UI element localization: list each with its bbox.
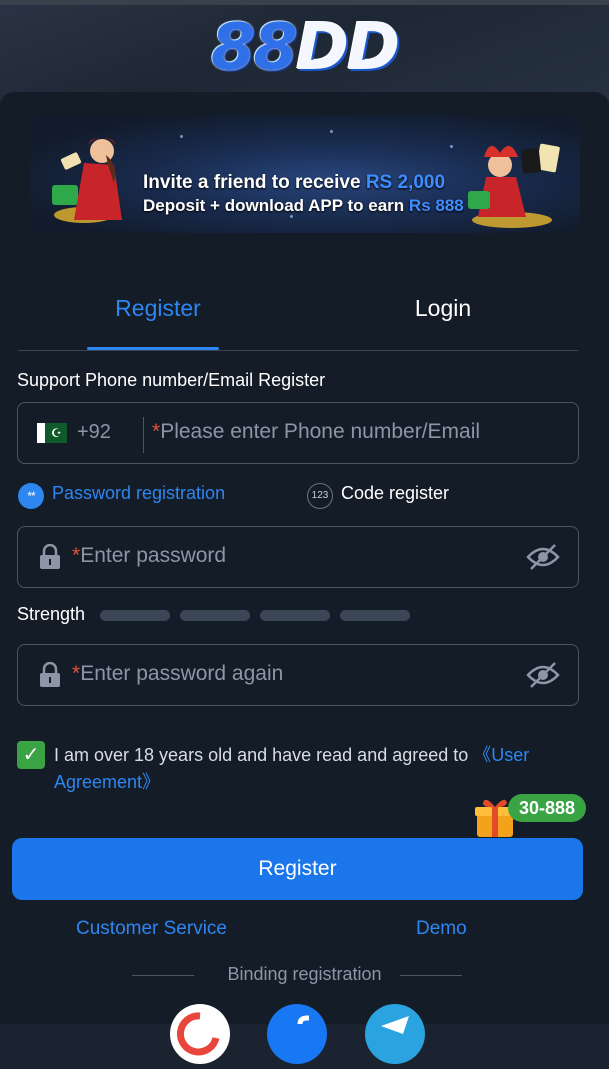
strength-segment-4 bbox=[340, 610, 410, 621]
tab-register[interactable]: Register bbox=[18, 295, 298, 322]
agreement-text: I am over 18 years old and have read and… bbox=[54, 745, 530, 792]
password-method-icon: ** bbox=[18, 483, 44, 509]
confirm-password-field[interactable]: *Enter password again bbox=[17, 644, 579, 706]
sparkle bbox=[450, 145, 453, 148]
strength-segment-3 bbox=[260, 610, 330, 621]
eye-off-icon[interactable] bbox=[526, 661, 560, 689]
strength-segment-1 bbox=[100, 610, 170, 621]
lock-icon bbox=[40, 544, 60, 569]
google-icon[interactable] bbox=[170, 1004, 230, 1064]
sparkle bbox=[180, 135, 183, 138]
phone-email-field[interactable]: ☪ +92 *Please enter Phone number/Email bbox=[17, 402, 579, 464]
customer-service-link[interactable]: Customer Service bbox=[76, 918, 227, 940]
password-method-label: Password registration bbox=[52, 483, 226, 503]
agreement-checkbox[interactable]: ✓ bbox=[17, 741, 45, 769]
telegram-icon[interactable] bbox=[365, 1004, 425, 1064]
confirm-password-input[interactable]: *Enter password again bbox=[72, 662, 283, 686]
tab-login[interactable]: Login bbox=[303, 295, 583, 322]
binding-registration-label: Binding registration bbox=[227, 964, 382, 984]
pakistan-flag-icon: ☪ bbox=[37, 423, 67, 443]
register-button[interactable]: Register bbox=[12, 838, 583, 900]
password-field[interactable]: *Enter password bbox=[17, 526, 579, 588]
jester-character-icon bbox=[468, 143, 560, 228]
banner-deposit-text: Deposit + download APP to earn Rs 888 bbox=[143, 196, 464, 215]
strength-segment-2 bbox=[180, 610, 250, 621]
promo-badge[interactable]: 30-888 bbox=[508, 794, 586, 822]
check-icon: ✓ bbox=[22, 744, 40, 766]
code-method-icon: 123 bbox=[307, 483, 333, 509]
code-method-label: Code register bbox=[341, 483, 450, 503]
auth-tabs: Register Login bbox=[18, 285, 578, 351]
password-input[interactable]: *Enter password bbox=[72, 544, 226, 568]
brand-logo: 88DD bbox=[210, 11, 400, 85]
status-strip bbox=[0, 0, 609, 5]
tabs-divider bbox=[18, 350, 578, 351]
facebook-icon[interactable] bbox=[267, 1004, 327, 1064]
lock-icon bbox=[40, 662, 60, 687]
demo-link[interactable]: Demo bbox=[416, 918, 467, 940]
phone-email-input[interactable]: *Please enter Phone number/Email bbox=[152, 420, 480, 444]
sparkle bbox=[330, 130, 333, 133]
register-method-label: Support Phone number/Email Register bbox=[17, 370, 326, 390]
country-code-selector[interactable]: +92 bbox=[77, 421, 111, 444]
pilot-character-icon bbox=[52, 137, 122, 223]
eye-off-icon[interactable] bbox=[526, 543, 560, 571]
strength-label: Strength bbox=[17, 604, 86, 624]
promo-banner[interactable]: Invite a friend to receive RS 2,000 Depo… bbox=[30, 115, 580, 233]
user-agreement-link[interactable]: 《User bbox=[473, 745, 529, 765]
user-agreement-link-cont[interactable]: Agreement》 bbox=[54, 772, 160, 792]
banner-invite-text: Invite a friend to receive RS 2,000 bbox=[143, 172, 446, 193]
field-separator bbox=[143, 417, 144, 453]
